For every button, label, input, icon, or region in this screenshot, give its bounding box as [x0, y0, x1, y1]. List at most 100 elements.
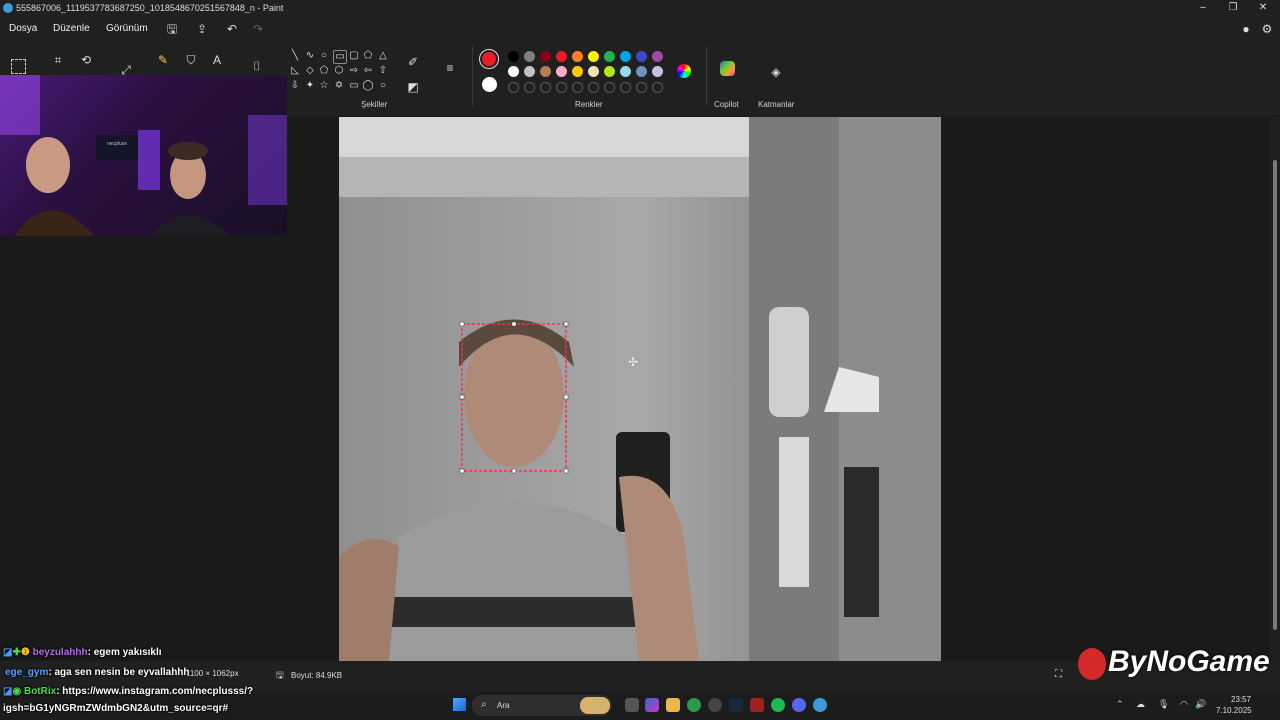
color-swatch[interactable]: [508, 66, 519, 77]
color-swatch[interactable]: [524, 66, 535, 77]
color-swatch[interactable]: [556, 51, 567, 62]
canvas-image[interactable]: [339, 117, 941, 661]
copilot-taskbar-icon[interactable]: [645, 698, 659, 712]
custom-color-slot[interactable]: [636, 82, 647, 93]
custom-color-slot[interactable]: [652, 82, 663, 93]
right-triangle-shape-icon[interactable]: ◺: [289, 65, 301, 77]
spotify-icon[interactable]: [771, 698, 785, 712]
arrow-down-shape-icon[interactable]: ⇩: [289, 80, 301, 92]
outline-icon[interactable]: ✐: [405, 54, 421, 70]
custom-color-slot[interactable]: [588, 82, 599, 93]
menu-file[interactable]: Dosya: [9, 23, 37, 34]
account-icon[interactable]: ●: [1238, 21, 1254, 37]
fit-to-window-icon[interactable]: ⛶: [1055, 669, 1062, 680]
color-swatch[interactable]: [556, 66, 567, 77]
selection-tool-icon[interactable]: [11, 59, 26, 74]
wifi-icon[interactable]: ◠: [1180, 699, 1188, 710]
custom-color-slot[interactable]: [540, 82, 551, 93]
custom-color-slot[interactable]: [604, 82, 615, 93]
scrollbar-thumb[interactable]: [1273, 160, 1277, 630]
custom-color-slot[interactable]: [572, 82, 583, 93]
color-swatch[interactable]: [620, 51, 631, 62]
start-icon[interactable]: [453, 698, 466, 711]
polygon-shape-icon[interactable]: ⬠: [362, 50, 374, 62]
save-icon[interactable]: 🖫: [164, 21, 180, 37]
color-swatch[interactable]: [636, 51, 647, 62]
maximize-button[interactable]: ❐: [1218, 0, 1248, 16]
fill-bucket-icon[interactable]: ⛉: [183, 52, 199, 68]
color-swatch[interactable]: [572, 66, 583, 77]
color-swatch[interactable]: [524, 51, 535, 62]
line-shape-icon[interactable]: ╲: [289, 50, 301, 62]
callout-rect-shape-icon[interactable]: ▭: [348, 80, 360, 92]
steam-icon[interactable]: [729, 698, 743, 712]
settings-gear-icon[interactable]: ⚙: [1259, 21, 1275, 37]
secondary-color-swatch[interactable]: [482, 77, 497, 92]
microphone-icon[interactable]: 🎙: [1158, 699, 1169, 710]
curve-shape-icon[interactable]: ∿: [304, 50, 316, 62]
custom-color-slot[interactable]: [508, 82, 519, 93]
redo-icon[interactable]: ↷: [250, 21, 266, 37]
copilot-icon[interactable]: [720, 61, 735, 76]
hexagon-shape-icon[interactable]: ⬡: [333, 65, 345, 77]
color-swatch[interactable]: [508, 51, 519, 62]
custom-color-slot[interactable]: [524, 82, 535, 93]
color-swatch[interactable]: [540, 51, 551, 62]
task-view-icon[interactable]: [625, 698, 639, 712]
rotate-icon[interactable]: ⟲: [78, 52, 94, 68]
github-icon[interactable]: [708, 698, 722, 712]
menu-edit[interactable]: Düzenle: [53, 23, 90, 34]
volume-icon[interactable]: 🔊: [1195, 699, 1206, 710]
menu-view[interactable]: Görünüm: [106, 23, 148, 34]
tray-overflow-icon[interactable]: ⌃: [1116, 699, 1124, 710]
minimize-button[interactable]: –: [1188, 0, 1218, 16]
color-swatch[interactable]: [652, 66, 663, 77]
color-swatch[interactable]: [604, 51, 615, 62]
color-swatch[interactable]: [604, 66, 615, 77]
clock-date[interactable]: 7.10.2025: [1216, 706, 1252, 715]
star5-shape-icon[interactable]: ☆: [318, 80, 330, 92]
crop-icon[interactable]: ⌗: [50, 52, 66, 68]
color-swatch[interactable]: [636, 66, 647, 77]
arrow-right-shape-icon[interactable]: ⇨: [348, 65, 360, 77]
color-swatch[interactable]: [540, 66, 551, 77]
app-red-icon[interactable]: [750, 698, 764, 712]
text-tool-icon[interactable]: A: [209, 52, 225, 68]
fill-style-icon[interactable]: ◩: [405, 79, 421, 95]
taskbar-search[interactable]: ⌕ Ara: [472, 695, 612, 716]
brush-icon[interactable]: ⌷: [249, 58, 265, 74]
custom-color-slot[interactable]: [620, 82, 631, 93]
color-swatch[interactable]: [572, 51, 583, 62]
callout-oval-shape-icon[interactable]: ◯: [362, 80, 374, 92]
file-explorer-icon[interactable]: [666, 698, 680, 712]
rectangle-shape-icon[interactable]: ▭: [333, 50, 347, 64]
close-button[interactable]: ✕: [1248, 0, 1278, 16]
triangle-shape-icon[interactable]: △: [377, 50, 389, 62]
color-swatch[interactable]: [620, 66, 631, 77]
star4-shape-icon[interactable]: ✦: [304, 80, 316, 92]
primary-color-button[interactable]: [479, 49, 499, 69]
color-swatch[interactable]: [588, 66, 599, 77]
size-icon[interactable]: ≡: [442, 60, 458, 76]
rounded-rect-shape-icon[interactable]: ▢: [348, 50, 360, 62]
arrow-up-shape-icon[interactable]: ⇧: [377, 65, 389, 77]
color-swatch[interactable]: [652, 51, 663, 62]
arrow-left-shape-icon[interactable]: ⇦: [362, 65, 374, 77]
clock-time[interactable]: 23:57: [1231, 695, 1251, 704]
onedrive-icon[interactable]: ☁: [1136, 699, 1145, 710]
paint-taskbar-icon[interactable]: [813, 698, 827, 712]
pencil-icon[interactable]: ✎: [155, 52, 171, 68]
oval-shape-icon[interactable]: ○: [318, 50, 330, 62]
share-icon[interactable]: ⇪: [194, 21, 210, 37]
discord-icon[interactable]: [792, 698, 806, 712]
edit-colors-icon[interactable]: [677, 64, 691, 78]
chrome-icon[interactable]: [687, 698, 701, 712]
undo-icon[interactable]: ↶: [224, 21, 240, 37]
pentagon-shape-icon[interactable]: ⬠: [318, 65, 330, 77]
star6-shape-icon[interactable]: ✡: [333, 80, 345, 92]
diamond-shape-icon[interactable]: ◇: [304, 65, 316, 77]
callout-cloud-shape-icon[interactable]: ○: [377, 80, 389, 92]
color-swatch[interactable]: [588, 51, 599, 62]
layers-icon[interactable]: ◈: [768, 64, 784, 80]
custom-color-slot[interactable]: [556, 82, 567, 93]
